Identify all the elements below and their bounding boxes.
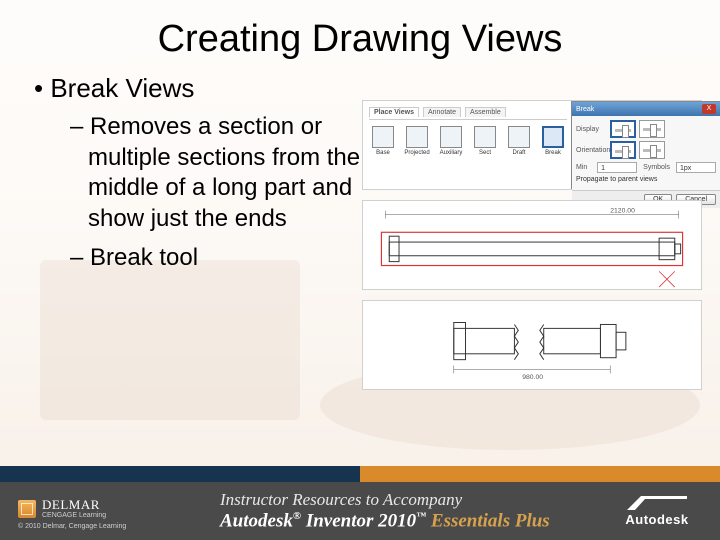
style-swatch[interactable] <box>639 120 665 138</box>
drawing1-svg: 2120.00 <box>363 201 701 289</box>
bullet-level2: Break tool <box>70 243 370 274</box>
delmar-name: DELMAR <box>42 498 106 512</box>
break-dialog: Break X Display Orientation <box>571 101 720 189</box>
footer-center: Instructor Resources to Accompany Autode… <box>190 490 608 532</box>
drawing2-svg: 980.00 <box>363 301 701 389</box>
ribbon-tabs: Place Views Annotate Assemble <box>369 107 567 120</box>
ribbon: Place Views Annotate Assemble Base Proje… <box>363 101 571 189</box>
propagate-checkbox-label[interactable]: Propagate to parent views <box>576 176 657 183</box>
ribbon-icons: Base Projected Auxiliary Sect <box>369 126 567 156</box>
publisher-block: DELMAR CENGAGE Learning © 2010 Delmar, C… <box>0 492 190 531</box>
delmar-logo: DELMAR CENGAGE Learning <box>18 498 190 520</box>
orientation-swatch-vertical[interactable] <box>639 141 665 159</box>
footer-accent-orange <box>360 466 720 482</box>
ribbon-icon-label: Draft <box>512 150 525 156</box>
illustration-column: Place Views Annotate Assemble Base Proje… <box>362 100 702 400</box>
autodesk-mark-icon <box>627 496 687 510</box>
break-view-icon <box>542 126 564 148</box>
trademark-icon: ™ <box>416 511 426 522</box>
draft-view-icon <box>508 126 530 148</box>
symbols-label: Symbols <box>643 164 670 171</box>
ribbon-auxiliary-button[interactable]: Auxiliary <box>437 126 465 156</box>
dialog-body: Display Orientation <box>572 116 720 190</box>
footer-line2: Autodesk® Inventor 2010™ Essentials Plus <box>220 510 608 532</box>
footer-main: DELMAR CENGAGE Learning © 2010 Delmar, C… <box>0 482 720 540</box>
dialog-title: Break <box>576 106 594 113</box>
dialog-section-label: Display <box>576 126 604 133</box>
projected-view-icon <box>406 126 428 148</box>
base-view-icon <box>372 126 394 148</box>
ribbon-draft-button[interactable]: Draft <box>505 126 533 156</box>
close-button[interactable]: X <box>702 104 716 114</box>
min-input[interactable]: 1 <box>597 162 637 173</box>
delmar-mark-icon <box>18 500 36 518</box>
ribbon-section-button[interactable]: Sect <box>471 126 499 156</box>
slide-title: Creating Drawing Views <box>28 18 692 61</box>
footer-line2b: Inventor 2010 <box>306 510 416 531</box>
ribbon-tab[interactable]: Place Views <box>369 107 419 117</box>
ribbon-icon-label: Base <box>376 150 390 156</box>
dialog-titlebar: Break X <box>572 102 720 116</box>
footer-line2a: Autodesk <box>220 510 293 531</box>
section-view-icon <box>474 126 496 148</box>
orientation-swatch-horizontal[interactable] <box>610 141 636 159</box>
autodesk-text: Autodesk <box>625 512 688 527</box>
ribbon-icon-label: Auxiliary <box>440 150 463 156</box>
orientation-swatches <box>610 141 665 159</box>
min-label: Min <box>576 164 591 171</box>
dim-text: 2120.00 <box>610 208 635 215</box>
orientation-label: Orientation <box>576 147 604 154</box>
display-style-swatches <box>610 120 665 138</box>
bullet-sub-block: Removes a section or multiple sections f… <box>70 112 370 274</box>
ribbon-break-button[interactable]: Break <box>539 126 567 156</box>
footer: DELMAR CENGAGE Learning © 2010 Delmar, C… <box>0 466 720 540</box>
dim-text: 980.00 <box>522 374 543 381</box>
ribbon-icon-label: Sect <box>479 150 491 156</box>
ribbon-icon-label: Break <box>545 150 561 156</box>
slide: Creating Drawing Views Break Views Remov… <box>0 0 720 540</box>
ribbon-tab[interactable]: Assemble <box>465 107 506 117</box>
symbols-input[interactable]: 1px <box>676 162 716 173</box>
registered-icon: ® <box>293 510 301 522</box>
footer-accent-blue <box>0 466 360 482</box>
delmar-tag: CENGAGE Learning <box>42 512 106 520</box>
ribbon-icon-label: Projected <box>404 150 429 156</box>
bullet-level2: Removes a section or multiple sections f… <box>70 112 370 235</box>
auxiliary-view-icon <box>440 126 462 148</box>
ribbon-and-dialog: Place Views Annotate Assemble Base Proje… <box>362 100 702 190</box>
footer-line2c: Essentials Plus <box>431 510 550 531</box>
style-swatch[interactable] <box>610 120 636 138</box>
footer-accent-bar <box>0 466 720 482</box>
copyright: © 2010 Delmar, Cengage Learning <box>18 523 190 531</box>
drawing-long-shaft: 2120.00 <box>362 200 702 290</box>
drawing-broken-shaft: 980.00 <box>362 300 702 390</box>
ribbon-projected-button[interactable]: Projected <box>403 126 431 156</box>
ribbon-base-button[interactable]: Base <box>369 126 397 156</box>
ribbon-tab[interactable]: Annotate <box>423 107 461 117</box>
autodesk-logo: Autodesk <box>608 496 720 527</box>
footer-line1: Instructor Resources to Accompany <box>220 490 608 510</box>
